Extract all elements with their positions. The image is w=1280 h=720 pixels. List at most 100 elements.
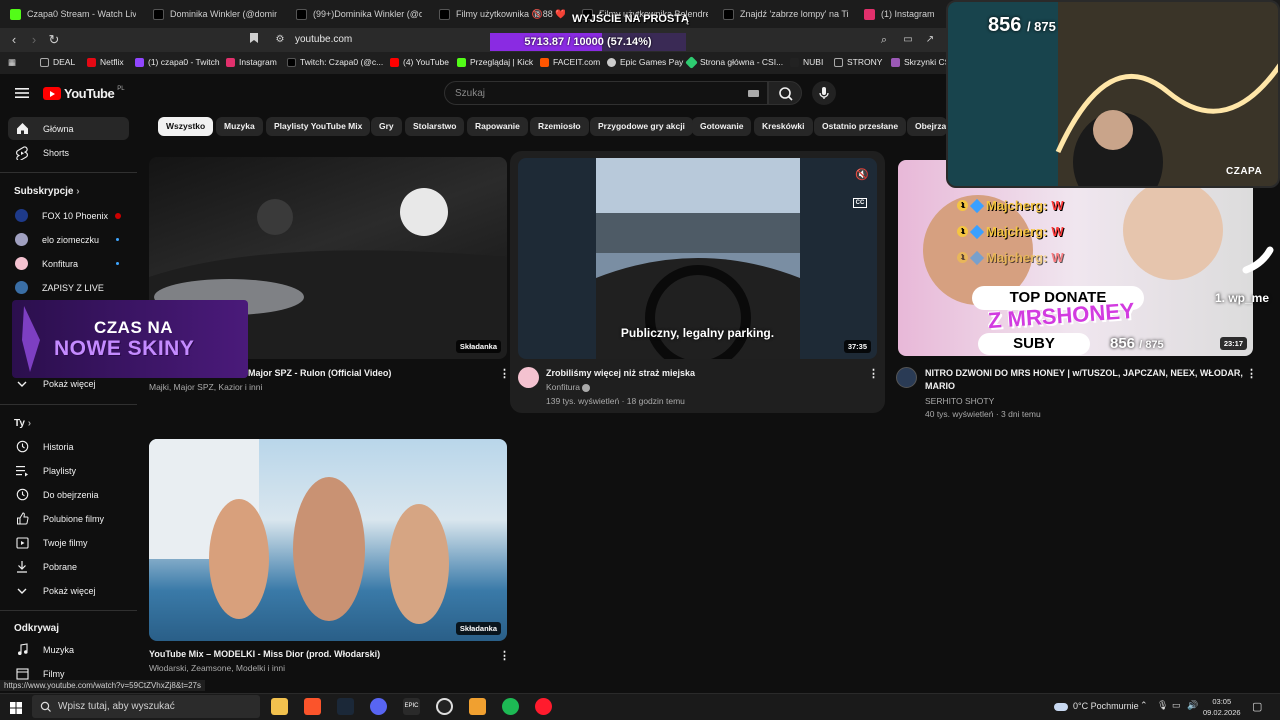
bookmark-strony[interactable]: STRONY [834, 57, 882, 67]
chip-woodworking[interactable]: Stolarstwo [405, 117, 465, 136]
spotify-icon[interactable] [502, 698, 519, 715]
bookmark-twitch[interactable]: (1) czapa0 - Twitch [135, 57, 220, 67]
bookmark-instagram[interactable]: Instagram [226, 57, 277, 67]
bookmark-youtube[interactable]: (4) YouTube [390, 57, 449, 67]
video-channels[interactable]: Włodarski, Zeamsone, Modelki i inni [149, 662, 285, 675]
search-input[interactable]: Szukaj [444, 81, 768, 105]
chip-cooking[interactable]: Gotowanie [692, 117, 752, 136]
chip-recently-uploaded[interactable]: Ostatnio przesłane [814, 117, 907, 136]
sidebar-item-playlists[interactable]: Playlisty [8, 459, 129, 482]
notifications-icon[interactable]: ▢ [1252, 700, 1262, 713]
bookmark-deal[interactable]: DEAL [40, 57, 75, 67]
more-options-icon[interactable]: ⋮ [499, 367, 510, 380]
volume-icon[interactable]: 🔊 [1187, 700, 1198, 711]
sidebar-item-shorts[interactable]: Shorts [8, 141, 129, 164]
apps-icon[interactable]: ▦ [8, 57, 16, 68]
video-thumbnail[interactable]: Publiczny, legalny parking. 37:35 🔇 CC [518, 158, 877, 359]
tab-instagram[interactable]: (1) Instagram [864, 4, 944, 24]
tab-tiktok-1[interactable]: Dominika Winkler (@dominika [153, 4, 277, 24]
bookmark-nubi[interactable]: NUBI [790, 57, 823, 67]
sidebar-sub-fox10[interactable]: FOX 10 Phoenix [8, 204, 129, 227]
cloud-icon [1054, 702, 1068, 711]
tab-tiktok-2[interactable]: (99+)Dominika Winkler (@dom [296, 4, 422, 24]
subscriptions-heading[interactable]: Subskrypcje › [14, 186, 80, 197]
brave-icon[interactable] [304, 698, 321, 715]
chip-cartoons[interactable]: Kreskówki [754, 117, 813, 136]
tray-chevron-icon[interactable]: ⌃ [1140, 700, 1148, 711]
mute-icon[interactable]: 🔇 [855, 168, 869, 181]
steam-icon[interactable] [337, 698, 354, 715]
network-icon[interactable]: ▭ [1172, 700, 1181, 711]
you-heading[interactable]: Ty › [14, 418, 31, 429]
windows-start-icon[interactable] [10, 701, 22, 719]
sidebar-item-history[interactable]: Historia [8, 435, 129, 458]
tab-tiktok-5[interactable]: Znajdź 'zabrze lompy' na TikTo [723, 4, 849, 24]
sidebar-sub-elo[interactable]: elo ziomeczku [8, 228, 129, 251]
avatar[interactable] [518, 367, 539, 388]
sidebar-item-your-videos[interactable]: Twoje filmy [8, 531, 129, 554]
video-channels[interactable]: Majki, Major SPZ, Kazior i inni [149, 381, 262, 394]
sidebar-item-liked[interactable]: Polubione filmy [8, 507, 129, 530]
sidebar-item-watch-later[interactable]: Do obejrzenia [8, 483, 129, 506]
bookmark-faceit[interactable]: FACEIT.com [540, 57, 600, 67]
keyboard-icon[interactable] [748, 90, 759, 97]
sidebar-show-more-you[interactable]: Pokaż więcej [8, 579, 129, 602]
opera-icon[interactable] [535, 698, 552, 715]
obs-icon[interactable] [436, 698, 453, 715]
discord-icon[interactable] [370, 698, 387, 715]
channel-name[interactable]: SERHITO SHOTY [925, 395, 994, 408]
video-title[interactable]: Major SPZ - Rulon (Official Video) [248, 367, 488, 380]
more-options-icon[interactable]: ⋮ [868, 367, 879, 380]
chip-yt-mix[interactable]: Playlisty YouTube Mix [266, 117, 371, 136]
back-button[interactable]: ‹ [6, 32, 22, 48]
weather-widget[interactable]: 0°C Pochmurnie [1054, 701, 1139, 711]
share-icon[interactable]: ↗ [922, 32, 938, 48]
bookmark-epic[interactable]: Epic Games Pay [607, 57, 683, 67]
sidebar-item-downloads[interactable]: Pobrane [8, 555, 129, 578]
chip-adventure-games[interactable]: Przygodowe gry akcji [590, 117, 693, 136]
reload-button[interactable]: ↻ [46, 32, 62, 48]
captions-icon[interactable]: CC [853, 198, 867, 208]
bookmark-netflix[interactable]: Netflix [87, 57, 124, 67]
bookmark-icon[interactable] [246, 32, 262, 48]
sidebar-item-home[interactable]: Główna [8, 117, 129, 140]
chip-all[interactable]: Wszystko [158, 117, 214, 136]
voice-search-button[interactable] [812, 81, 836, 105]
bookmark-csi[interactable]: Strona główna - CSI... [685, 55, 783, 69]
faceit-icon[interactable] [469, 698, 486, 715]
video-thumbnail[interactable]: Składanka [149, 439, 507, 641]
zoom-icon[interactable]: ⌕ [876, 32, 892, 48]
taskbar-search-input[interactable]: Wpisz tutaj, aby wyszukać [32, 695, 260, 718]
channel-name[interactable]: Konfitura [546, 381, 591, 394]
forward-button[interactable]: › [26, 32, 42, 48]
epic-games-icon[interactable]: EPIC [403, 698, 420, 715]
video-title[interactable]: Zrobiliśmy więcej niż straż miejska [546, 367, 846, 380]
file-explorer-icon[interactable] [271, 698, 288, 715]
sidebar-sub-zapisy[interactable]: ZAPISY Z LIVE [8, 276, 129, 299]
youtube-logo[interactable]: YouTube PL [43, 86, 125, 101]
tab-kick-stream[interactable]: Czapa0 Stream - Watch Live on [10, 4, 136, 24]
chip-crafts[interactable]: Rzemiosło [530, 117, 589, 136]
bookmark-tiktok[interactable]: Twitch: Czapa0 (@c... [287, 57, 383, 67]
mic-icon[interactable]: 🎙 [1157, 700, 1168, 711]
more-options-icon[interactable]: ⋮ [1246, 367, 1257, 380]
sidebar-item-music[interactable]: Muzyka [8, 638, 129, 661]
chip-games[interactable]: Gry [371, 117, 402, 136]
bookmark-kick[interactable]: Przeglądaj | Kick [457, 57, 533, 67]
system-clock[interactable]: 03:05 09.02.2026 [1203, 696, 1241, 718]
sidebar-sub-konfitura[interactable]: Konfitura [8, 252, 129, 275]
video-title[interactable]: YouTube Mix – MODELKI - Miss Dior (prod.… [149, 648, 489, 661]
chip-watched[interactable]: Obejrzan [907, 117, 947, 136]
chip-rap[interactable]: Rapowanie [467, 117, 528, 136]
chip-music[interactable]: Muzyka [216, 117, 263, 136]
video-title[interactable]: NITRO DZWONI DO MRS HONEY | w/TUSZOL, JA… [925, 367, 1245, 393]
more-options-icon[interactable]: ⋮ [499, 649, 510, 662]
search-button[interactable] [768, 81, 802, 105]
bookmark-skrzynki[interactable]: Skrzynki CS [891, 57, 950, 67]
avatar[interactable] [896, 367, 917, 388]
cast-icon[interactable]: ▭ [900, 32, 916, 48]
site-info-icon[interactable]: ⚙ [272, 32, 288, 48]
tab-tiktok-3[interactable]: Filmy użytkownika 🔞88 ❤️ [439, 4, 565, 24]
url-field[interactable]: youtube.com [295, 34, 352, 45]
menu-icon[interactable] [15, 86, 29, 104]
